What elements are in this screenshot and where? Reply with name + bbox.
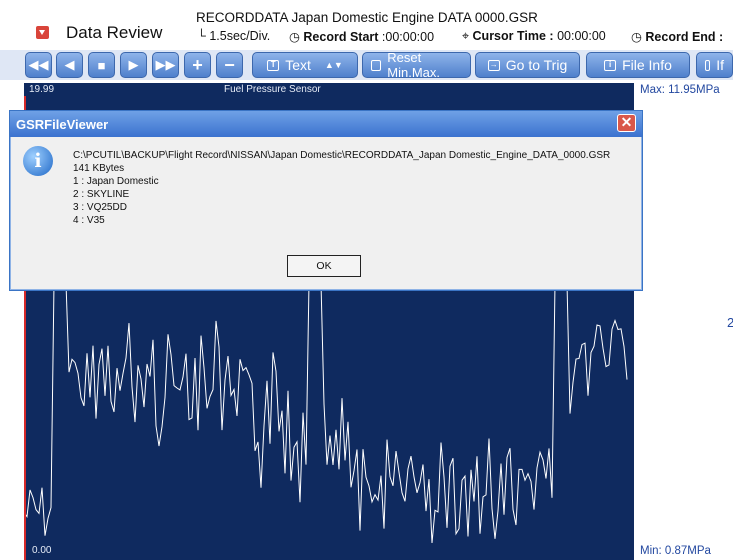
- text-toggle-button[interactable]: T Text ▲▼: [252, 52, 358, 78]
- fast-forward-icon: ▶▶: [155, 57, 176, 72]
- more-button[interactable]: If: [696, 52, 733, 78]
- app-title: Data Review: [66, 23, 163, 42]
- info-line: 3 : VQ25DD: [73, 202, 127, 213]
- reset-icon: [371, 59, 382, 71]
- minus-icon: −: [224, 54, 235, 75]
- rewind-icon: ◀◀: [28, 57, 49, 72]
- crosshair-icon: ⌖: [462, 29, 470, 43]
- min-label: Min: 0.87MPa: [640, 545, 711, 557]
- toolbar: ◀◀ ◀ ■ ▶ ▶▶ + − T Text ▲▼ Reset Min.Max.…: [0, 50, 733, 80]
- rewind-button[interactable]: ◀◀: [25, 52, 52, 78]
- plus-icon: +: [192, 54, 203, 75]
- step-back-icon: ◀: [64, 57, 75, 72]
- stop-icon: ■: [97, 57, 106, 73]
- file-path: C:\PCUTIL\BACKUP\Flight Record\NISSAN\Ja…: [73, 150, 611, 161]
- dialog-message: C:\PCUTIL\BACKUP\Flight Record\NISSAN\Ja…: [73, 149, 610, 227]
- scale-panel: [634, 83, 733, 560]
- play-icon: ▶: [128, 57, 139, 72]
- updown-arrows-icon: ▲▼: [324, 60, 343, 70]
- step-back-button[interactable]: ◀: [56, 52, 83, 78]
- file-info-button[interactable]: i File Info: [586, 52, 690, 78]
- go-to-trig-button[interactable]: → Go to Trig: [475, 52, 580, 78]
- dialog-title: GSRFileViewer: [16, 117, 109, 132]
- clock-icon: ◷: [631, 30, 642, 44]
- info-line: 4 : V35: [73, 215, 105, 226]
- fast-forward-button[interactable]: ▶▶: [152, 52, 179, 78]
- zoom-in-button[interactable]: +: [184, 52, 211, 78]
- go-to-icon: →: [487, 59, 500, 71]
- list-icon: [705, 59, 711, 71]
- dialog-titlebar: GSRFileViewer ✕: [10, 111, 642, 137]
- close-button[interactable]: ✕: [617, 114, 636, 132]
- scale-icon: └: [197, 29, 206, 43]
- menu-dropdown-button[interactable]: [36, 26, 49, 39]
- info-line: 2 : SKYLINE: [73, 189, 130, 200]
- info-icon: i: [23, 146, 53, 176]
- info-icon: i: [604, 59, 617, 71]
- time-scale: └ 1.5sec/Div.: [197, 29, 271, 43]
- max-label: Max: 11.95MPa: [640, 84, 720, 96]
- app-header: Data Review RECORDDATA Japan Domestic En…: [0, 0, 733, 48]
- close-icon: ✕: [620, 114, 633, 130]
- clock-icon: ◷: [289, 30, 300, 44]
- cursor-time: ⌖ Cursor Time : 00:00:00: [462, 29, 606, 43]
- file-info-dialog: GSRFileViewer ✕ i C:\PCUTIL\BACKUP\Fligh…: [9, 110, 643, 291]
- graph-bottom-value: 0.00: [32, 545, 52, 556]
- stop-button[interactable]: ■: [88, 52, 115, 78]
- record-start: ◷ Record Start :00:00:00: [289, 30, 435, 44]
- file-title: RECORDDATA Japan Domestic Engine DATA 00…: [196, 10, 538, 25]
- text-icon: T: [267, 59, 280, 71]
- play-button[interactable]: ▶: [120, 52, 147, 78]
- ok-button[interactable]: OK: [287, 255, 361, 277]
- zoom-out-button[interactable]: −: [216, 52, 243, 78]
- record-end: ◷ Record End :: [631, 30, 724, 44]
- info-line: 1 : Japan Domestic: [73, 176, 159, 187]
- axis-fragment: 2: [727, 315, 733, 330]
- file-size: 141 KBytes: [73, 163, 125, 174]
- reset-min-max-button[interactable]: Reset Min.Max.: [362, 50, 471, 80]
